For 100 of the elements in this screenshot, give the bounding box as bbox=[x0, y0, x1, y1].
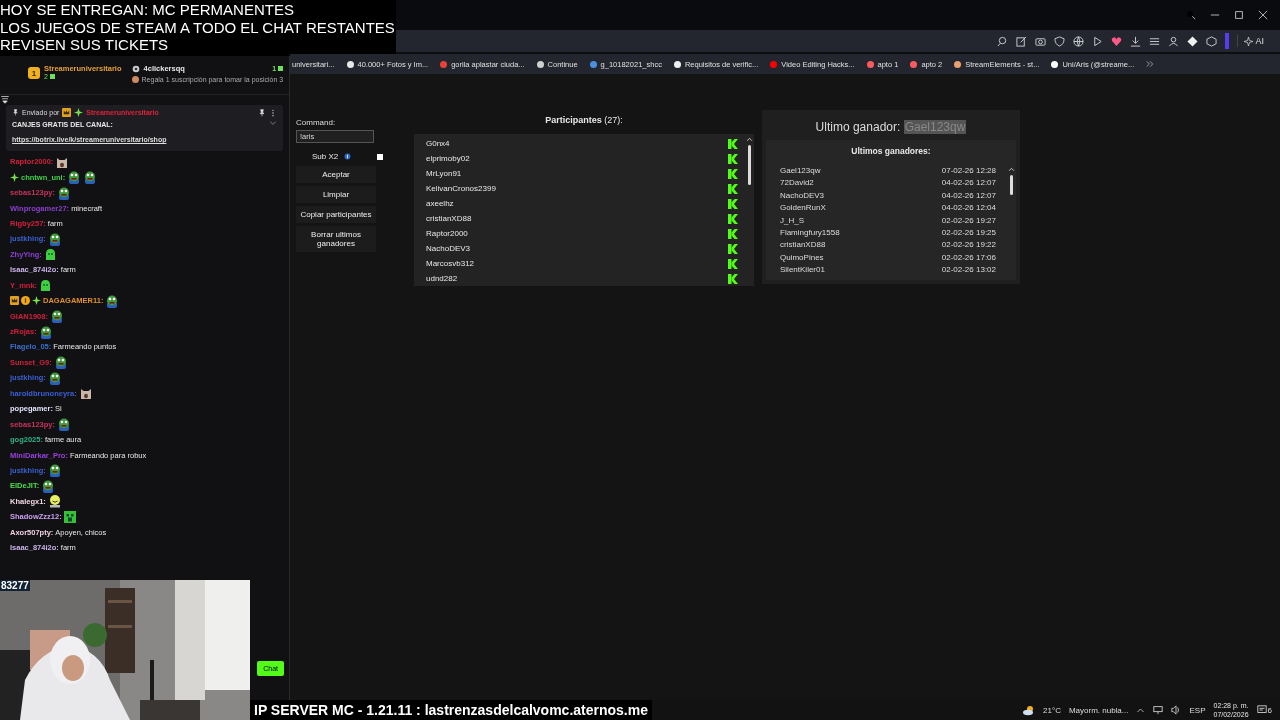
weather-icon[interactable] bbox=[1021, 704, 1036, 716]
participant-name: KelivanCronos2399 bbox=[426, 184, 496, 193]
frog-emote-icon bbox=[105, 293, 120, 308]
star-badge-icon bbox=[74, 108, 84, 117]
star-badge-icon bbox=[10, 172, 19, 182]
more-icon[interactable] bbox=[1146, 60, 1155, 68]
chevron-up-icon[interactable] bbox=[745, 136, 753, 143]
chevron-up-icon[interactable] bbox=[1007, 166, 1015, 173]
more-icon[interactable] bbox=[269, 108, 277, 117]
weather-text: Mayorm. nubla... bbox=[1068, 705, 1129, 715]
shield-icon[interactable] bbox=[1054, 35, 1066, 47]
rank-badge: 1 bbox=[28, 67, 40, 79]
winner-name: J_H_S bbox=[780, 215, 804, 227]
coin-icon[interactable] bbox=[131, 76, 139, 83]
action-button[interactable]: Copiar participantes bbox=[296, 206, 376, 223]
frog-emote-icon bbox=[47, 463, 62, 478]
frog-emote-icon bbox=[47, 370, 62, 385]
gift-icon bbox=[49, 74, 55, 79]
winner-name: NachoDEV3 bbox=[780, 190, 825, 202]
overlay-text: LOS JUEGOS DE STEAM A TODO EL CHAT RESTANTES bbox=[0, 18, 396, 36]
participant-name: udnd282 bbox=[426, 274, 458, 283]
temperature: 21°C bbox=[1043, 705, 1061, 715]
blob-emote-icon bbox=[43, 247, 57, 261]
blob-emote-icon bbox=[39, 278, 53, 292]
participants-title: Participantes (27): bbox=[545, 115, 623, 125]
cat-emote-icon bbox=[78, 386, 93, 401]
winner-name: Gael123qw bbox=[780, 166, 821, 177]
globe-icon[interactable] bbox=[1073, 35, 1085, 47]
notification-icon[interactable] bbox=[1256, 705, 1267, 715]
logo-icon bbox=[728, 153, 738, 164]
list-icon[interactable] bbox=[1149, 35, 1161, 47]
participant-name: G0nx4 bbox=[426, 139, 450, 148]
participant-name: Raptor2000 bbox=[426, 229, 468, 238]
server-banner: IP SERVER MC - 1.21.11 : lastrenzasdelcalvomc.aternos.me bbox=[250, 700, 652, 720]
diamond-icon[interactable] bbox=[1187, 35, 1199, 47]
action-button[interactable]: Borrar ultimos ganadores bbox=[296, 226, 376, 252]
overlay-text: HOY SE ENTREGAN: MC PERMANENTES bbox=[0, 1, 295, 19]
winner-date: 04-02-26 12:07 bbox=[941, 178, 996, 190]
logo-icon bbox=[728, 183, 738, 194]
person-icon[interactable] bbox=[1168, 35, 1180, 47]
pin-icon[interactable] bbox=[258, 108, 266, 117]
logo-icon bbox=[728, 273, 738, 284]
winner-date: 07-02-26 12:28 bbox=[941, 166, 996, 177]
logo-icon bbox=[728, 258, 738, 269]
cube-icon[interactable] bbox=[1206, 35, 1218, 47]
crown-badge-icon bbox=[10, 296, 19, 306]
maximize-icon[interactable] bbox=[1234, 10, 1244, 20]
info-icon[interactable] bbox=[344, 153, 352, 160]
ai-button[interactable]: AI bbox=[1237, 35, 1270, 47]
logo-icon bbox=[728, 213, 738, 224]
winner-date: 02-02-26 19:22 bbox=[941, 240, 996, 252]
frog-emote-icon bbox=[67, 170, 82, 185]
winner-name: Flamingfury1558 bbox=[780, 227, 840, 239]
winner-name: 72David2 bbox=[780, 178, 814, 190]
logo-icon bbox=[728, 243, 738, 254]
winners-title: Ultimos ganadores: bbox=[851, 146, 931, 156]
participant-name: cristianXD88 bbox=[426, 214, 472, 223]
winner-name: cristianXD88 bbox=[780, 240, 826, 252]
winner-date: 04-02-26 12:07 bbox=[941, 190, 996, 202]
winner-date: 02-02-26 13:02 bbox=[941, 265, 996, 277]
winner-date: 02-02-26 19:25 bbox=[941, 227, 996, 239]
volume-icon[interactable] bbox=[1171, 705, 1182, 715]
network-icon[interactable] bbox=[1153, 705, 1164, 715]
participant-name: MrLyon91 bbox=[426, 169, 462, 178]
pin-icon[interactable] bbox=[12, 109, 19, 116]
frog-emote-icon bbox=[57, 185, 72, 200]
overlay-text: REVISEN SUS TICKETS bbox=[0, 36, 170, 54]
notification-count[interactable]: 6 bbox=[1267, 705, 1272, 715]
heart-icon[interactable] bbox=[1111, 35, 1123, 47]
participant-name: axeelhz bbox=[426, 199, 454, 208]
collapse-icon[interactable] bbox=[0, 95, 10, 104]
star-badge-icon bbox=[32, 296, 41, 306]
sub-checkbox[interactable] bbox=[377, 153, 384, 160]
language-indicator[interactable]: ESP bbox=[1189, 705, 1206, 715]
gear-icon[interactable] bbox=[131, 64, 140, 73]
frog-emote-icon bbox=[47, 231, 62, 246]
action-button[interactable]: Aceptar bbox=[296, 166, 376, 183]
close-icon[interactable] bbox=[1258, 10, 1268, 20]
winner-name: SilentKiler01 bbox=[780, 265, 825, 277]
action-button[interactable]: Limpiar bbox=[296, 186, 376, 203]
frog-emote-icon bbox=[83, 170, 98, 185]
frog-emote-icon bbox=[41, 478, 56, 493]
sparkle-icon[interactable] bbox=[1244, 36, 1254, 46]
gift-icon bbox=[278, 66, 284, 71]
logo-icon bbox=[728, 168, 738, 179]
frog-emote-icon bbox=[57, 417, 72, 432]
coin-badge-icon bbox=[21, 296, 30, 306]
frog-emote-icon bbox=[49, 309, 64, 324]
winner-date: 04-02-26 12:04 bbox=[941, 203, 996, 215]
edit-icon[interactable] bbox=[1016, 35, 1028, 47]
logo-icon bbox=[728, 198, 738, 209]
winner-date: 02-02-26 19:27 bbox=[941, 215, 996, 227]
block-emote-icon bbox=[63, 510, 76, 523]
camera-icon[interactable] bbox=[1035, 35, 1047, 47]
frog-emote-icon bbox=[53, 355, 68, 370]
download-icon[interactable] bbox=[1130, 35, 1142, 47]
participant-name: elprimoby02 bbox=[426, 154, 470, 163]
play-icon[interactable] bbox=[1092, 35, 1104, 47]
winner-name: QuimoPines bbox=[780, 252, 824, 264]
extension-icon[interactable] bbox=[1225, 33, 1230, 49]
